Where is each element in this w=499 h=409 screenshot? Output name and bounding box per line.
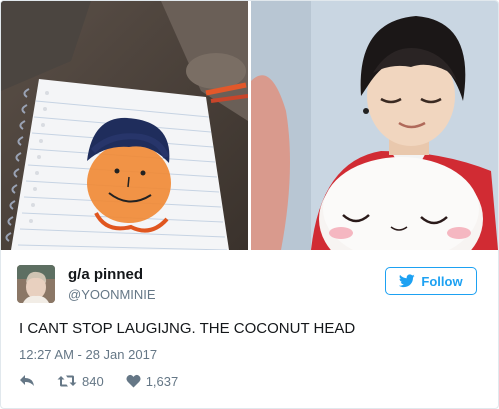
like-button[interactable]: 1,637: [126, 373, 179, 389]
user-handle[interactable]: @YOONMINIE: [68, 287, 156, 302]
avatar-image: [17, 265, 55, 303]
tweet-media[interactable]: [1, 1, 498, 250]
photo-person-with-plush[interactable]: [251, 1, 498, 250]
heart-icon: [126, 374, 141, 388]
tweet-timestamp[interactable]: 12:27 AM - 28 Jan 2017: [19, 347, 157, 362]
reply-button[interactable]: [19, 374, 35, 388]
tweet-card: g/a pinned @YOONMINIE Follow I CANT STOP…: [0, 0, 499, 409]
retweet-icon: [57, 375, 77, 387]
photo-notebook-drawing[interactable]: [1, 1, 248, 250]
follow-button[interactable]: Follow: [385, 267, 477, 295]
person-with-plush-image: [251, 1, 498, 250]
display-name[interactable]: g/a pinned: [68, 266, 143, 283]
avatar[interactable]: [17, 265, 55, 303]
follow-label: Follow: [421, 273, 463, 289]
retweet-count: 840: [82, 373, 104, 389]
reply-icon: [20, 375, 34, 386]
twitter-bird-icon: [399, 274, 416, 288]
tweet-header: g/a pinned @YOONMINIE Follow: [1, 259, 498, 309]
tweet-actions: 840 1,637: [19, 371, 178, 391]
tweet-text: I CANT STOP LAUGIJNG. THE COCONUT HEAD: [19, 320, 356, 337]
retweet-button[interactable]: 840: [57, 374, 104, 389]
notebook-drawing-image: [1, 1, 248, 250]
like-count: 1,637: [145, 373, 179, 389]
